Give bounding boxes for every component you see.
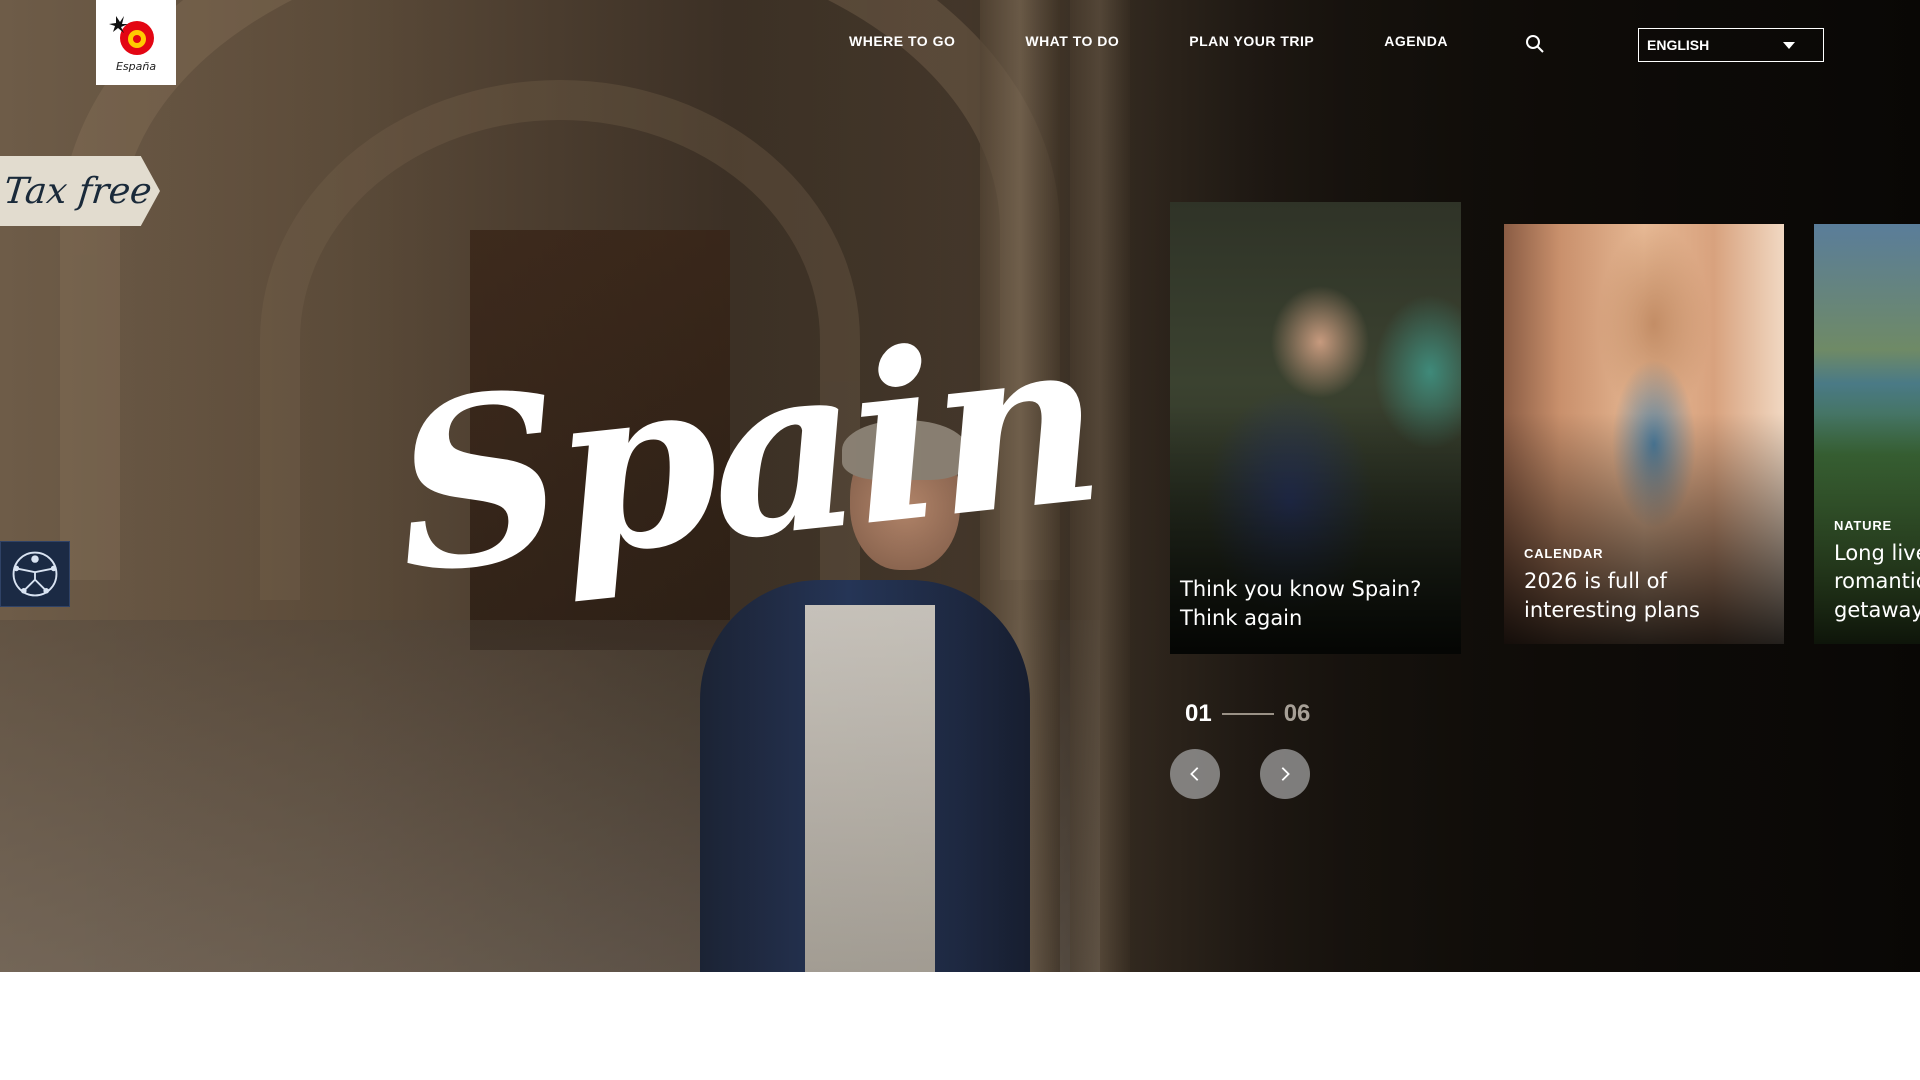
hero-title: Spain <box>382 284 1108 626</box>
tax-free-label: Tax free <box>1 170 154 212</box>
chevron-left-icon <box>1190 767 1199 781</box>
card-title: Think you know Spain? Think again <box>1180 577 1422 630</box>
chevron-down-icon <box>1783 42 1795 49</box>
nav-what-to-do[interactable]: WHAT TO DO <box>1025 33 1119 49</box>
svg-text:España: España <box>116 60 156 73</box>
carousel-current: 01 <box>1185 700 1212 727</box>
carousel-card[interactable]: CALENDAR 2026 is full of interesting pla… <box>1504 224 1784 644</box>
accessibility-button[interactable] <box>0 541 70 607</box>
language-select[interactable]: ENGLISH <box>1638 28 1824 62</box>
nav-agenda[interactable]: AGENDA <box>1384 33 1448 49</box>
language-selected: ENGLISH <box>1647 37 1710 53</box>
card-title: Long live a romantic getaway <box>1834 540 1920 622</box>
carousel-next-button[interactable] <box>1260 749 1310 799</box>
carousel-prev-button[interactable] <box>1170 749 1220 799</box>
card-category: CALENDAR <box>1524 546 1604 562</box>
carousel-progress-line <box>1221 713 1274 715</box>
search-icon[interactable] <box>1525 34 1545 54</box>
accessibility-icon <box>12 551 58 597</box>
carousel-counter: 01 06 <box>1185 700 1310 728</box>
spain-logo-icon: España <box>109 15 156 73</box>
spain-logo[interactable]: España <box>96 0 176 85</box>
main-nav: WHERE TO GO WHAT TO DO PLAN YOUR TRIP AG… <box>849 33 1518 49</box>
carousel-total: 06 <box>1283 700 1311 727</box>
nav-where-to-go[interactable]: WHERE TO GO <box>849 33 955 49</box>
carousel-card[interactable]: NATURE Long live a romantic getaway <box>1814 224 1920 644</box>
carousel-card[interactable]: Think you know Spain? Think again <box>1170 202 1461 654</box>
nav-plan-your-trip[interactable]: PLAN YOUR TRIP <box>1189 33 1314 49</box>
card-category: NATURE <box>1834 517 1892 533</box>
card-title: 2026 is full of interesting plans <box>1524 569 1700 622</box>
chevron-right-icon <box>1281 767 1290 781</box>
tax-free-badge[interactable]: Tax free <box>0 156 160 226</box>
